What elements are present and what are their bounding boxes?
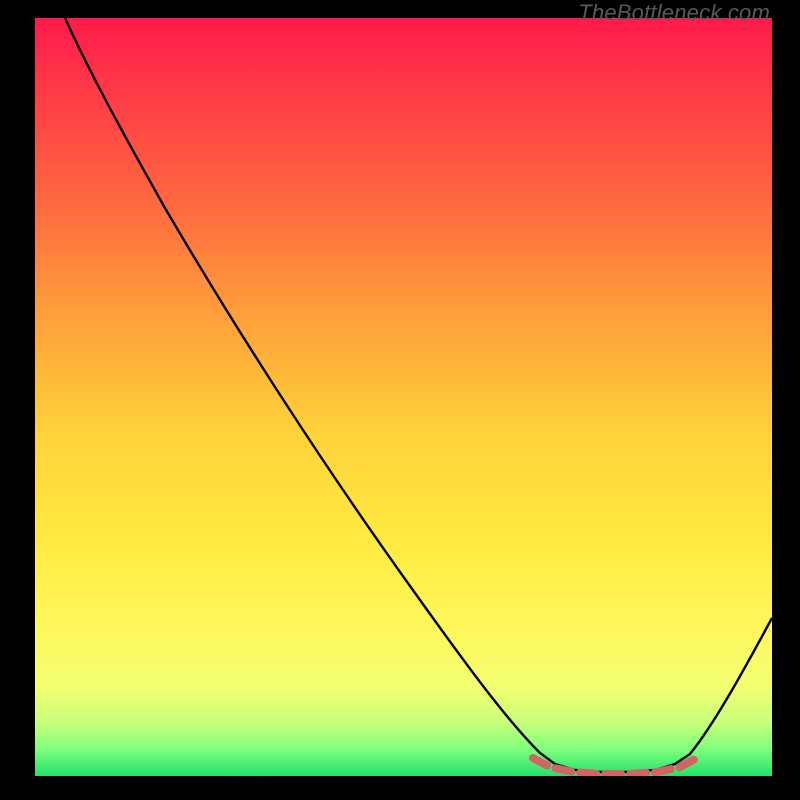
gradient-plot-area xyxy=(35,18,772,776)
chart-frame: TheBottleneck.com xyxy=(0,0,800,800)
watermark-text: TheBottleneck.com xyxy=(578,0,770,26)
